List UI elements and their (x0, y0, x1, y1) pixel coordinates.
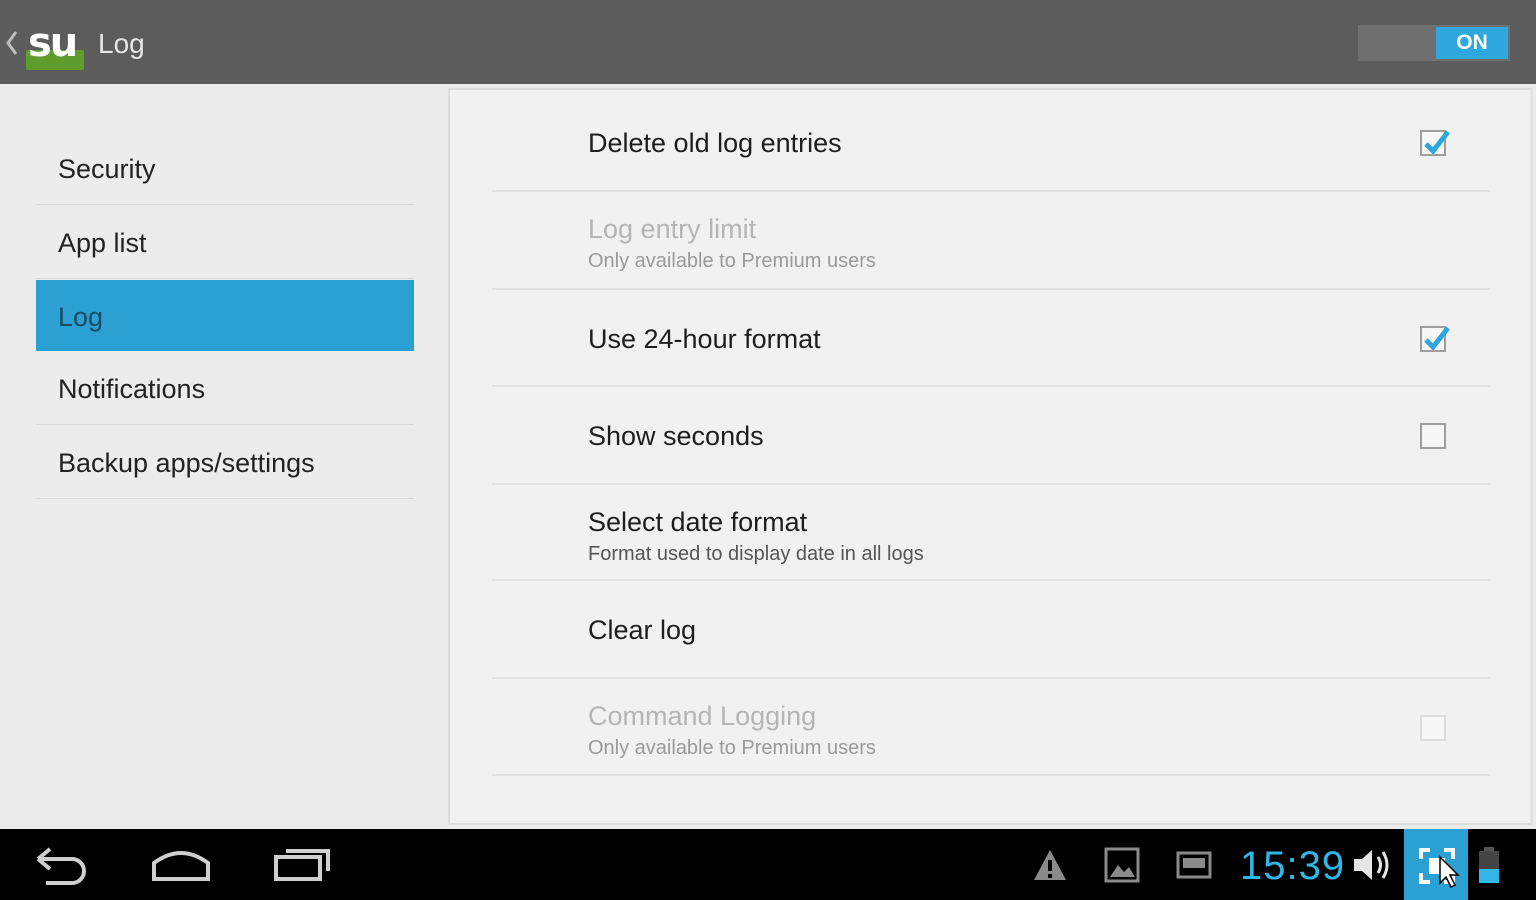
screen-icon[interactable] (1176, 847, 1212, 883)
volume-icon[interactable] (1352, 845, 1394, 885)
pref-title: Log entry limit (588, 214, 757, 244)
header-label: App list (58, 228, 147, 258)
header-item-notifications[interactable]: Notifications (36, 352, 414, 425)
pref-clear-log[interactable]: Clear log (492, 581, 1490, 679)
header-item-app-list[interactable]: App list (36, 206, 414, 279)
recents-icon[interactable] (272, 841, 334, 889)
header-label: Backup apps/settings (58, 448, 315, 478)
action-bar: su Log ON (0, 0, 1536, 84)
mouse-cursor-icon (1439, 855, 1460, 889)
header-label: Security (58, 154, 156, 184)
pref-delete-old-log-entries[interactable]: Delete old log entries (492, 90, 1490, 192)
checkmark-icon (1424, 326, 1450, 351)
header-item-log[interactable]: Log (36, 280, 414, 351)
pref-summary: Only available to Premium users (588, 250, 876, 272)
pref-log-entry-limit: Log entry limit Only available to Premiu… (492, 192, 1490, 290)
system-navigation-bar: 15:39 (0, 829, 1536, 900)
status-clock[interactable]: 15:39 (1240, 843, 1345, 889)
header-item-backup[interactable]: Backup apps/settings (36, 426, 414, 499)
up-caret-icon[interactable] (4, 28, 20, 58)
settings-headers-list: Security App list Log Notifications Back… (0, 84, 448, 829)
show-seconds-checkbox[interactable] (1420, 423, 1446, 449)
pref-title: Command Logging (588, 701, 817, 731)
superuser-toggle-switch[interactable]: ON (1358, 25, 1510, 61)
header-item-security[interactable]: Security (36, 132, 414, 205)
pref-title: Select date format (588, 507, 808, 537)
switch-on-label: ON (1436, 27, 1508, 59)
pref-use-24-hour-format[interactable]: Use 24-hour format (492, 290, 1490, 387)
header-label: Log (58, 302, 104, 332)
gallery-icon[interactable] (1104, 847, 1140, 883)
battery-icon[interactable] (1476, 845, 1502, 885)
warning-icon[interactable] (1032, 847, 1068, 883)
delete-old-checkbox[interactable] (1420, 130, 1450, 156)
pref-show-seconds[interactable]: Show seconds (492, 387, 1490, 485)
log-settings-panel: Delete old log entries Log entry limit O… (448, 88, 1533, 825)
use-24h-checkbox[interactable] (1420, 326, 1450, 352)
pref-title: Clear log (588, 615, 697, 645)
pref-title: Show seconds (588, 421, 764, 451)
pref-title: Delete old log entries (588, 128, 842, 158)
pref-summary: Format used to display date in all logs (588, 543, 924, 565)
pref-select-date-format[interactable]: Select date format Format used to displa… (492, 485, 1490, 581)
command-logging-checkbox (1420, 715, 1446, 741)
page-title: Log (98, 28, 145, 59)
logo-text: su (28, 20, 78, 66)
checkmark-icon (1424, 130, 1450, 155)
home-icon[interactable] (150, 841, 212, 889)
pref-title: Use 24-hour format (588, 324, 821, 354)
header-label: Notifications (58, 374, 206, 404)
screenshot-button-highlight[interactable] (1404, 829, 1468, 900)
pref-summary: Only available to Premium users (588, 737, 876, 759)
app-logo[interactable]: su (24, 16, 86, 72)
pref-command-logging: Command Logging Only available to Premiu… (492, 679, 1490, 776)
back-icon[interactable] (32, 841, 90, 889)
